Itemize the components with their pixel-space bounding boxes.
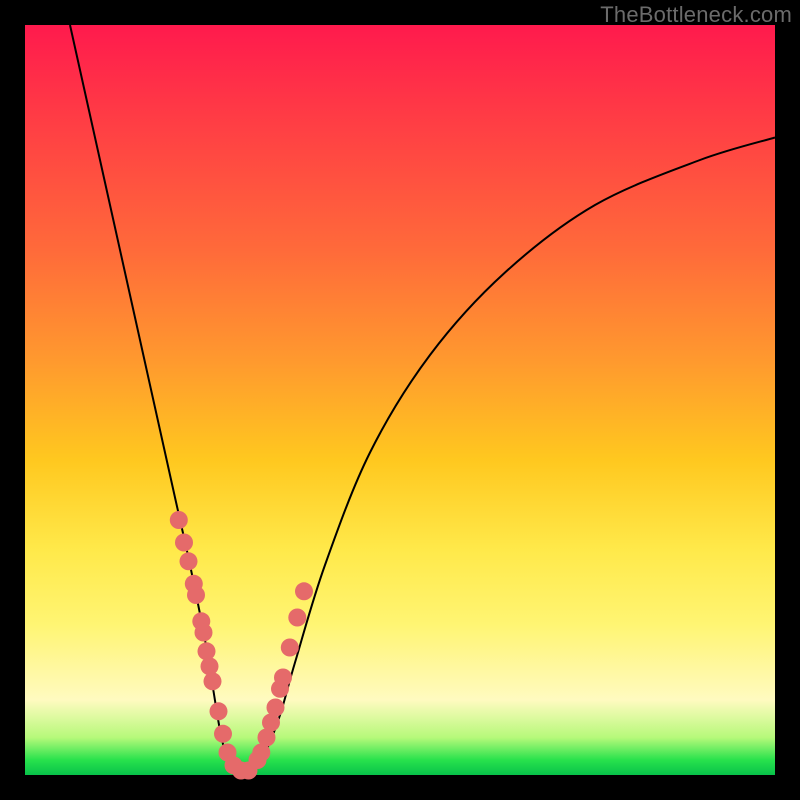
scatter-dot [274,669,292,687]
scatter-dot [204,672,222,690]
chart-svg [25,25,775,775]
scatter-dot [175,534,193,552]
bottleneck-curve [70,25,775,773]
scatter-dot [187,586,205,604]
scatter-dot [210,702,228,720]
scatter-dot [267,699,285,717]
scatter-dot [195,624,213,642]
scatter-dot [295,582,313,600]
scatter-dot [281,639,299,657]
scatter-dot [180,552,198,570]
scatter-dot [201,657,219,675]
scatter-dot [288,609,306,627]
scatter-dot [214,725,232,743]
scatter-dot [198,642,216,660]
scatter-dots-group [170,511,313,780]
chart-frame: TheBottleneck.com [0,0,800,800]
scatter-dot [170,511,188,529]
plot-area [25,25,775,775]
